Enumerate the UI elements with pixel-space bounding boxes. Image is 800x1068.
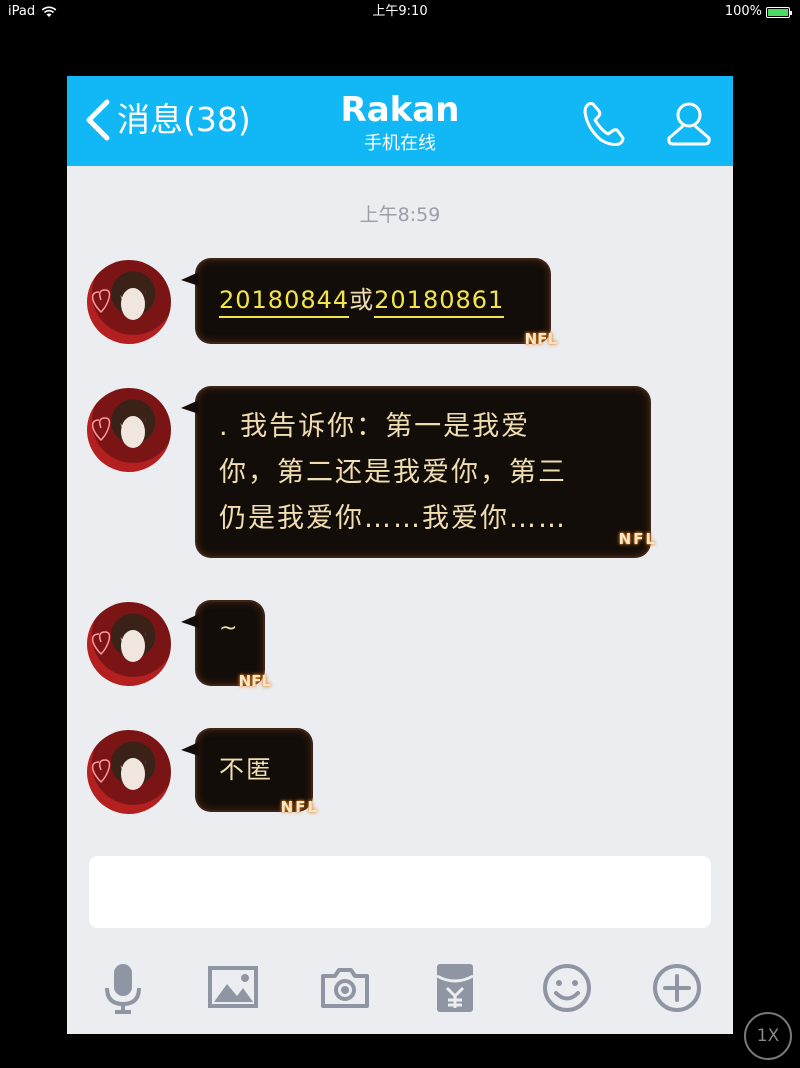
message-line: 仍是我爱你……我爱你…… bbox=[219, 503, 567, 534]
message-text: ~ bbox=[219, 616, 238, 641]
battery-percent: 100% bbox=[724, 4, 762, 19]
emoji-icon[interactable] bbox=[539, 960, 595, 1016]
message-text: 20180844或20180861 bbox=[219, 286, 505, 318]
message-bubble[interactable]: 不匿 NFL bbox=[181, 730, 317, 816]
avatar[interactable] bbox=[87, 260, 171, 344]
bubble-signature: NFL bbox=[238, 672, 271, 690]
status-bar: iPad 上午9:10 100% bbox=[0, 0, 800, 24]
profile-icon[interactable] bbox=[663, 98, 715, 150]
microphone-icon[interactable] bbox=[95, 960, 151, 1016]
avatar-art bbox=[91, 616, 147, 662]
message-bubble[interactable]: . 我告诉你：第一是我爱 你，第二还是我爱你，第三 仍是我爱你……我爱你…… N… bbox=[181, 388, 655, 556]
nav-title: Rakan 手机在线 bbox=[67, 90, 733, 156]
avatar-art bbox=[91, 744, 147, 790]
bubble-signature: NFL bbox=[280, 798, 319, 816]
message-input[interactable] bbox=[89, 856, 711, 928]
message-bubble[interactable]: ~ NFL bbox=[181, 602, 271, 690]
app-top-strip bbox=[67, 34, 733, 76]
image-icon[interactable] bbox=[205, 960, 261, 1016]
avatar[interactable] bbox=[87, 730, 171, 814]
number-link-2[interactable]: 20180861 bbox=[374, 286, 505, 318]
avatar-art bbox=[91, 402, 147, 448]
camera-icon[interactable] bbox=[317, 960, 373, 1016]
contact-name: Rakan bbox=[340, 90, 460, 130]
message-text: 不匿 bbox=[219, 755, 274, 784]
phone-icon[interactable] bbox=[579, 98, 631, 150]
avatar[interactable] bbox=[87, 602, 171, 686]
message-bubble[interactable]: 20180844或20180861 NFL bbox=[181, 260, 557, 348]
bubble-signature: NFL bbox=[524, 330, 557, 348]
message-line: 你，第二还是我爱你，第三 bbox=[219, 457, 567, 488]
plus-icon[interactable] bbox=[649, 960, 705, 1016]
chat-timestamp: 上午8:59 bbox=[359, 204, 441, 226]
message-line: . 我告诉你：第一是我爱 bbox=[219, 411, 531, 442]
zoom-button[interactable]: 1X bbox=[744, 1012, 792, 1060]
nav-bar: 消息(38) Rakan 手机在线 bbox=[67, 76, 733, 166]
status-time: 上午9:10 bbox=[372, 4, 428, 19]
battery-icon bbox=[766, 6, 792, 18]
status-right: 100% bbox=[724, 0, 792, 24]
avatar[interactable] bbox=[87, 388, 171, 472]
chat-app: 消息(38) Rakan 手机在线 上午8:59 20180844或201808… bbox=[67, 34, 733, 1034]
red-packet-icon[interactable] bbox=[427, 960, 483, 1016]
number-link-1[interactable]: 20180844 bbox=[219, 286, 350, 318]
battery-level bbox=[768, 8, 788, 16]
avatar-art bbox=[91, 274, 147, 320]
contact-status: 手机在线 bbox=[364, 133, 436, 154]
joiner-text: 或 bbox=[349, 286, 375, 314]
input-toolbar bbox=[67, 942, 733, 1034]
bubble-signature: NFL bbox=[618, 530, 657, 548]
